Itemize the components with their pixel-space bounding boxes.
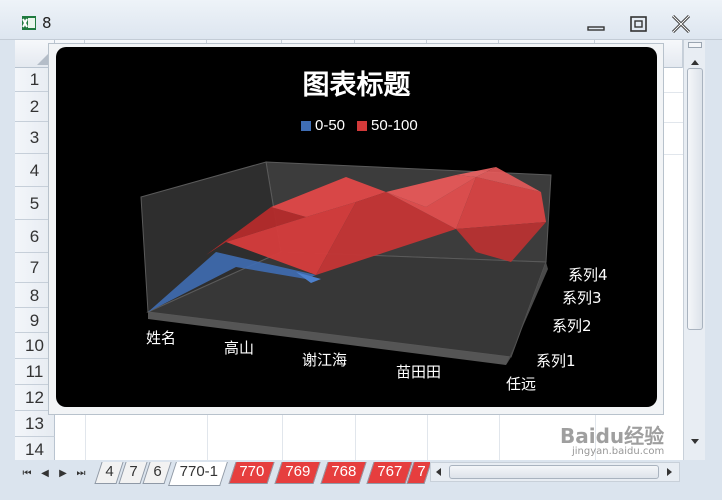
legend-swatch-red [357,120,368,131]
row-header-14[interactable]: 14 [15,437,55,460]
legend-label: 50-100 [371,117,418,134]
depth-axis-tick-label: 系列1 [536,352,576,370]
excel-icon [22,16,36,30]
legend-label: 0-50 [315,117,346,134]
watermark-url: jingyan.baidu.com [572,446,665,457]
depth-axis-tick-label: 系列3 [562,289,602,307]
vertical-scroll-thumb[interactable] [687,68,703,330]
chart-area[interactable]: 图表标题 0-50 50-100 姓名 高山 谢江海 苗田田 任远 系列1 系列… [56,47,657,407]
sheet-tab-label: 770-1 [179,463,219,480]
chart-title[interactable]: 图表标题 [56,63,657,102]
next-sheet-icon[interactable]: ▶ [56,467,70,481]
legend-item-50-100: 50-100 [357,117,418,134]
x-axis-tick-label: 姓名 [146,329,177,347]
maximize-button[interactable] [628,14,650,34]
sheet-tab-label: 770 [239,463,265,480]
sheet-tab-label: 769 [285,463,311,480]
title-bar: 8 [0,0,722,40]
depth-axis-tick-label: 系列2 [552,317,592,335]
sheet-tab-bar: ⏮ ◀ ▶ ⏭ 4 7 6 770-1 770 769 768 767 7 [0,460,722,500]
sheet-tab-label: 6 [153,463,162,480]
vertical-scrollbar[interactable] [683,40,705,460]
window-title: 8 [42,14,52,32]
legend-item-0-50: 0-50 [301,117,345,134]
sheet-tab-label: 4 [105,463,114,480]
x-axis-tick-label: 苗田田 [396,363,442,381]
close-button[interactable] [670,14,692,34]
depth-axis-tick-label: 系列4 [568,266,608,284]
minimize-button[interactable] [585,14,607,34]
x-axis-tick-label: 高山 [224,339,255,357]
split-box[interactable] [688,42,702,48]
sheet-tab[interactable]: 770 [228,462,275,484]
x-axis-tick-label: 任远 [506,375,537,393]
sheet-tab[interactable]: 767 [366,462,413,484]
sheet-tab-label: 768 [331,463,357,480]
previous-sheet-icon[interactable]: ◀ [38,467,52,481]
sheet-tab[interactable]: 768 [320,462,367,484]
first-sheet-icon[interactable]: ⏮ [20,467,34,481]
chart-legend[interactable]: 0-50 50-100 [301,117,418,134]
scroll-right-icon[interactable] [663,466,675,478]
sheet-tab-label: 767 [377,463,403,480]
x-axis-tick-label: 谢江海 [302,351,348,369]
scroll-up-icon[interactable] [684,56,706,68]
sheet-tab-label: 7 [417,463,426,480]
scroll-left-icon[interactable] [433,466,445,478]
scroll-down-icon[interactable] [684,434,706,450]
horizontal-scroll-thumb[interactable] [449,465,659,479]
legend-swatch-blue [301,120,311,131]
horizontal-scrollbar[interactable] [430,462,680,482]
sheet-tab-active[interactable]: 770-1 [168,462,229,486]
watermark-logo: Baidu经验 [560,424,665,448]
sheet-tab[interactable]: 769 [274,462,321,484]
sheet-tab-label: 7 [129,463,138,480]
last-sheet-icon[interactable]: ⏭ [74,467,88,481]
